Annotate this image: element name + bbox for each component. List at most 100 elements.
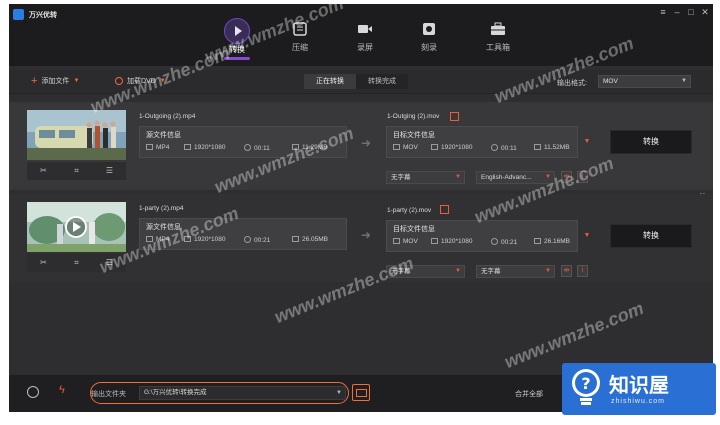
output-folder-label: 输出文件夹 xyxy=(91,391,126,398)
resolution-icon xyxy=(431,144,438,150)
folder-icon xyxy=(292,236,299,242)
clock-icon xyxy=(244,236,251,243)
chevron-down-icon: ▼ xyxy=(455,268,461,274)
nav-compress[interactable]: 压缩 xyxy=(275,8,325,64)
thumbnail-tools: ✂ ⌗ ☰ xyxy=(27,162,126,180)
clock-icon xyxy=(244,144,251,151)
chevron-down-icon: ▼ xyxy=(336,390,342,396)
merge-all-label[interactable]: 合并全部 xyxy=(515,389,543,399)
nav-convert[interactable]: 转换 xyxy=(212,8,262,64)
add-file-button[interactable]: + 添加文件 ▼ xyxy=(31,75,79,87)
alarm-clock-icon[interactable] xyxy=(27,386,39,398)
folder-icon xyxy=(534,144,541,150)
target-settings-dropdown[interactable]: ▼ xyxy=(580,135,594,149)
scissors-icon[interactable]: ✂ xyxy=(39,166,49,176)
target-duration: 00:21 xyxy=(491,238,517,246)
minimize-icon[interactable]: – xyxy=(671,7,683,17)
resolution-icon xyxy=(184,236,191,242)
plus-icon: + xyxy=(31,75,38,87)
thumbnail-tools: ✂ ⌗ ☰ xyxy=(27,254,126,272)
file-icon xyxy=(146,144,153,150)
merge-subtitle-icon[interactable]: ⇹ xyxy=(561,171,572,183)
nav-label: 转换 xyxy=(229,45,245,54)
chevron-down-icon: ▼ xyxy=(455,174,461,180)
source-size: 11.29MB xyxy=(292,144,328,151)
source-format: MP4 xyxy=(146,236,169,243)
chevron-down-icon: ▼ xyxy=(681,78,687,84)
resolution-icon xyxy=(431,238,438,244)
target-format: MOV xyxy=(393,144,418,151)
crop-icon[interactable]: ⌗ xyxy=(72,166,82,176)
target-info-title: 目标文件信息 xyxy=(393,132,435,139)
crop-icon[interactable]: ⌗ xyxy=(72,258,82,268)
source-duration: 00:21 xyxy=(244,236,270,244)
open-folder-icon[interactable] xyxy=(352,384,370,401)
info-icon[interactable]: i xyxy=(577,265,588,277)
subtitle-value: 无字幕 xyxy=(391,174,411,181)
maximize-icon[interactable]: □ xyxy=(685,7,697,17)
brand-site: zhishiwu.com xyxy=(611,398,666,405)
resolution-icon xyxy=(184,144,191,150)
source-resolution: 1920*1080 xyxy=(184,144,225,151)
add-file-label: 添加文件 xyxy=(41,78,70,85)
arrow-right-icon: ➜ xyxy=(361,136,372,150)
output-folder-select[interactable]: G:\万兴优转\转换完成 ▼ xyxy=(139,386,346,400)
chevron-down-icon[interactable]: ▼ xyxy=(73,78,79,84)
file-item: ✂ ⌗ ☰ 1-party (2).mp4 源文件信息 MP4 1920*108… xyxy=(9,194,713,282)
nav-label: 压缩 xyxy=(292,43,308,52)
active-indicator xyxy=(224,57,250,60)
record-icon xyxy=(358,25,372,33)
close-icon[interactable]: ✕ xyxy=(699,7,711,17)
subtitle-select[interactable]: 无字幕 ▼ xyxy=(386,171,465,184)
effects-icon[interactable]: ☰ xyxy=(105,258,115,268)
source-info-box: 源文件信息 MP4 1920*1080 00:11 11.29MB xyxy=(139,126,347,158)
nav-record[interactable]: 录屏 xyxy=(340,8,390,64)
svg-text:?: ? xyxy=(581,374,590,393)
source-info-box: 源文件信息 MP4 1920*1080 00:21 26.05MB xyxy=(139,218,347,250)
folder-icon xyxy=(534,238,541,244)
edit-icon[interactable] xyxy=(440,205,449,214)
audio-value: 无字幕 xyxy=(481,268,501,275)
subtitle-value: 无字幕 xyxy=(391,268,411,275)
target-resolution: 1920*1080 xyxy=(431,238,472,245)
audio-select[interactable]: 无字幕 ▼ xyxy=(476,265,555,278)
source-resolution: 1920*1080 xyxy=(184,236,225,243)
target-file-name: 1-Outging (2).mov xyxy=(387,113,440,120)
chevron-down-icon[interactable]: ▼ xyxy=(160,78,166,84)
nav-toolbox[interactable]: 工具箱 xyxy=(473,8,523,64)
folder-icon xyxy=(292,144,299,150)
lightning-icon[interactable]: ϟ xyxy=(59,384,65,396)
source-size: 26.05MB xyxy=(292,236,328,243)
merge-subtitle-icon[interactable]: ⇹ xyxy=(561,265,572,277)
target-info-title: 目标文件信息 xyxy=(393,226,435,233)
effects-icon[interactable]: ☰ xyxy=(105,166,115,176)
file-icon xyxy=(146,236,153,242)
burn-icon xyxy=(423,23,435,35)
scissors-icon[interactable]: ✂ xyxy=(39,258,49,268)
top-navigation-bar: 万兴优转 ≡ – □ ✕ 转换 压缩 录屏 刻录 工具箱 xyxy=(9,4,713,66)
info-icon[interactable]: i xyxy=(577,171,588,183)
tab-converting[interactable]: 正在转换 xyxy=(304,74,356,89)
nav-burn[interactable]: 刻录 xyxy=(404,8,454,64)
output-format-value: MOV xyxy=(603,78,618,85)
target-file-name: 1-party (2).mov xyxy=(387,207,432,214)
output-format-select[interactable]: MOV ▼ xyxy=(598,75,691,88)
arrow-right-icon: ➜ xyxy=(361,228,372,242)
load-dvd-button[interactable]: 加载DVD ▼ xyxy=(115,76,166,86)
audio-value: English-Advanc... xyxy=(481,174,532,181)
source-duration: 00:11 xyxy=(244,144,270,152)
video-thumbnail[interactable] xyxy=(27,202,126,252)
target-settings-dropdown[interactable]: ▼ xyxy=(580,229,594,243)
convert-button[interactable]: 转换 xyxy=(610,224,692,248)
clock-icon xyxy=(491,144,498,151)
video-thumbnail[interactable] xyxy=(27,110,126,160)
audio-select[interactable]: English-Advanc... ▼ xyxy=(476,171,555,184)
tab-converted[interactable]: 转换完成 xyxy=(356,74,408,89)
target-info-box: 目标文件信息 MOV 1920*1080 00:11 11.52MB xyxy=(386,126,578,158)
menu-icon[interactable]: ≡ xyxy=(657,7,669,17)
nav-label: 工具箱 xyxy=(486,43,510,52)
convert-button[interactable]: 转换 xyxy=(610,130,692,154)
source-info-title: 源文件信息 xyxy=(146,224,181,231)
edit-icon[interactable] xyxy=(450,112,459,121)
subtitle-select[interactable]: 无字幕 ▼ xyxy=(386,265,465,278)
